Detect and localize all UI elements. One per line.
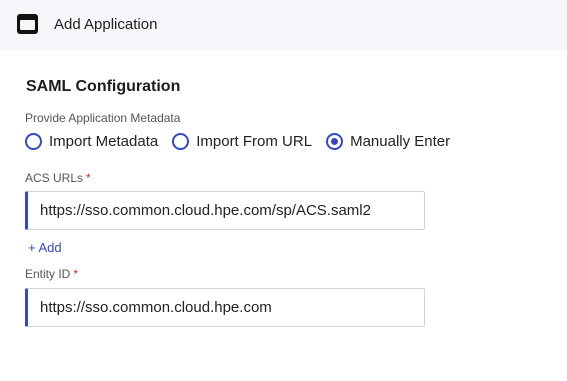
entity-id-input[interactable] bbox=[25, 288, 425, 327]
metadata-radio-group: Import Metadata Import From URL Manually… bbox=[25, 131, 464, 151]
radio-button-icon[interactable] bbox=[172, 132, 190, 150]
required-asterisk: * bbox=[86, 171, 91, 185]
entity-id-label: Entity ID * bbox=[25, 267, 78, 281]
acs-urls-label: ACS URLs * bbox=[25, 171, 91, 185]
radio-import-from-url[interactable]: Import From URL bbox=[172, 132, 313, 150]
radio-label: Import Metadata bbox=[49, 132, 159, 150]
entity-id-label-text: Entity ID bbox=[25, 267, 71, 281]
app-window-icon bbox=[17, 14, 38, 34]
radio-import-metadata[interactable]: Import Metadata bbox=[25, 132, 159, 150]
radio-label: Manually Enter bbox=[350, 132, 451, 150]
radio-button-checked-icon[interactable] bbox=[326, 132, 344, 150]
radio-button-icon[interactable] bbox=[25, 132, 42, 150]
radio-label: Import From URL bbox=[196, 132, 313, 150]
page-header: Add Application bbox=[0, 0, 567, 50]
section-title: SAML Configuration bbox=[26, 78, 181, 95]
acs-urls-label-text: ACS URLs bbox=[25, 171, 84, 185]
radio-manually-enter[interactable]: Manually Enter bbox=[326, 132, 451, 150]
metadata-label: Provide Application Metadata bbox=[25, 111, 181, 125]
required-asterisk: * bbox=[73, 267, 79, 281]
acs-url-input[interactable] bbox=[25, 191, 425, 230]
add-acs-url-link[interactable]: + Add bbox=[28, 240, 62, 255]
page-title: Add Application bbox=[54, 16, 158, 33]
